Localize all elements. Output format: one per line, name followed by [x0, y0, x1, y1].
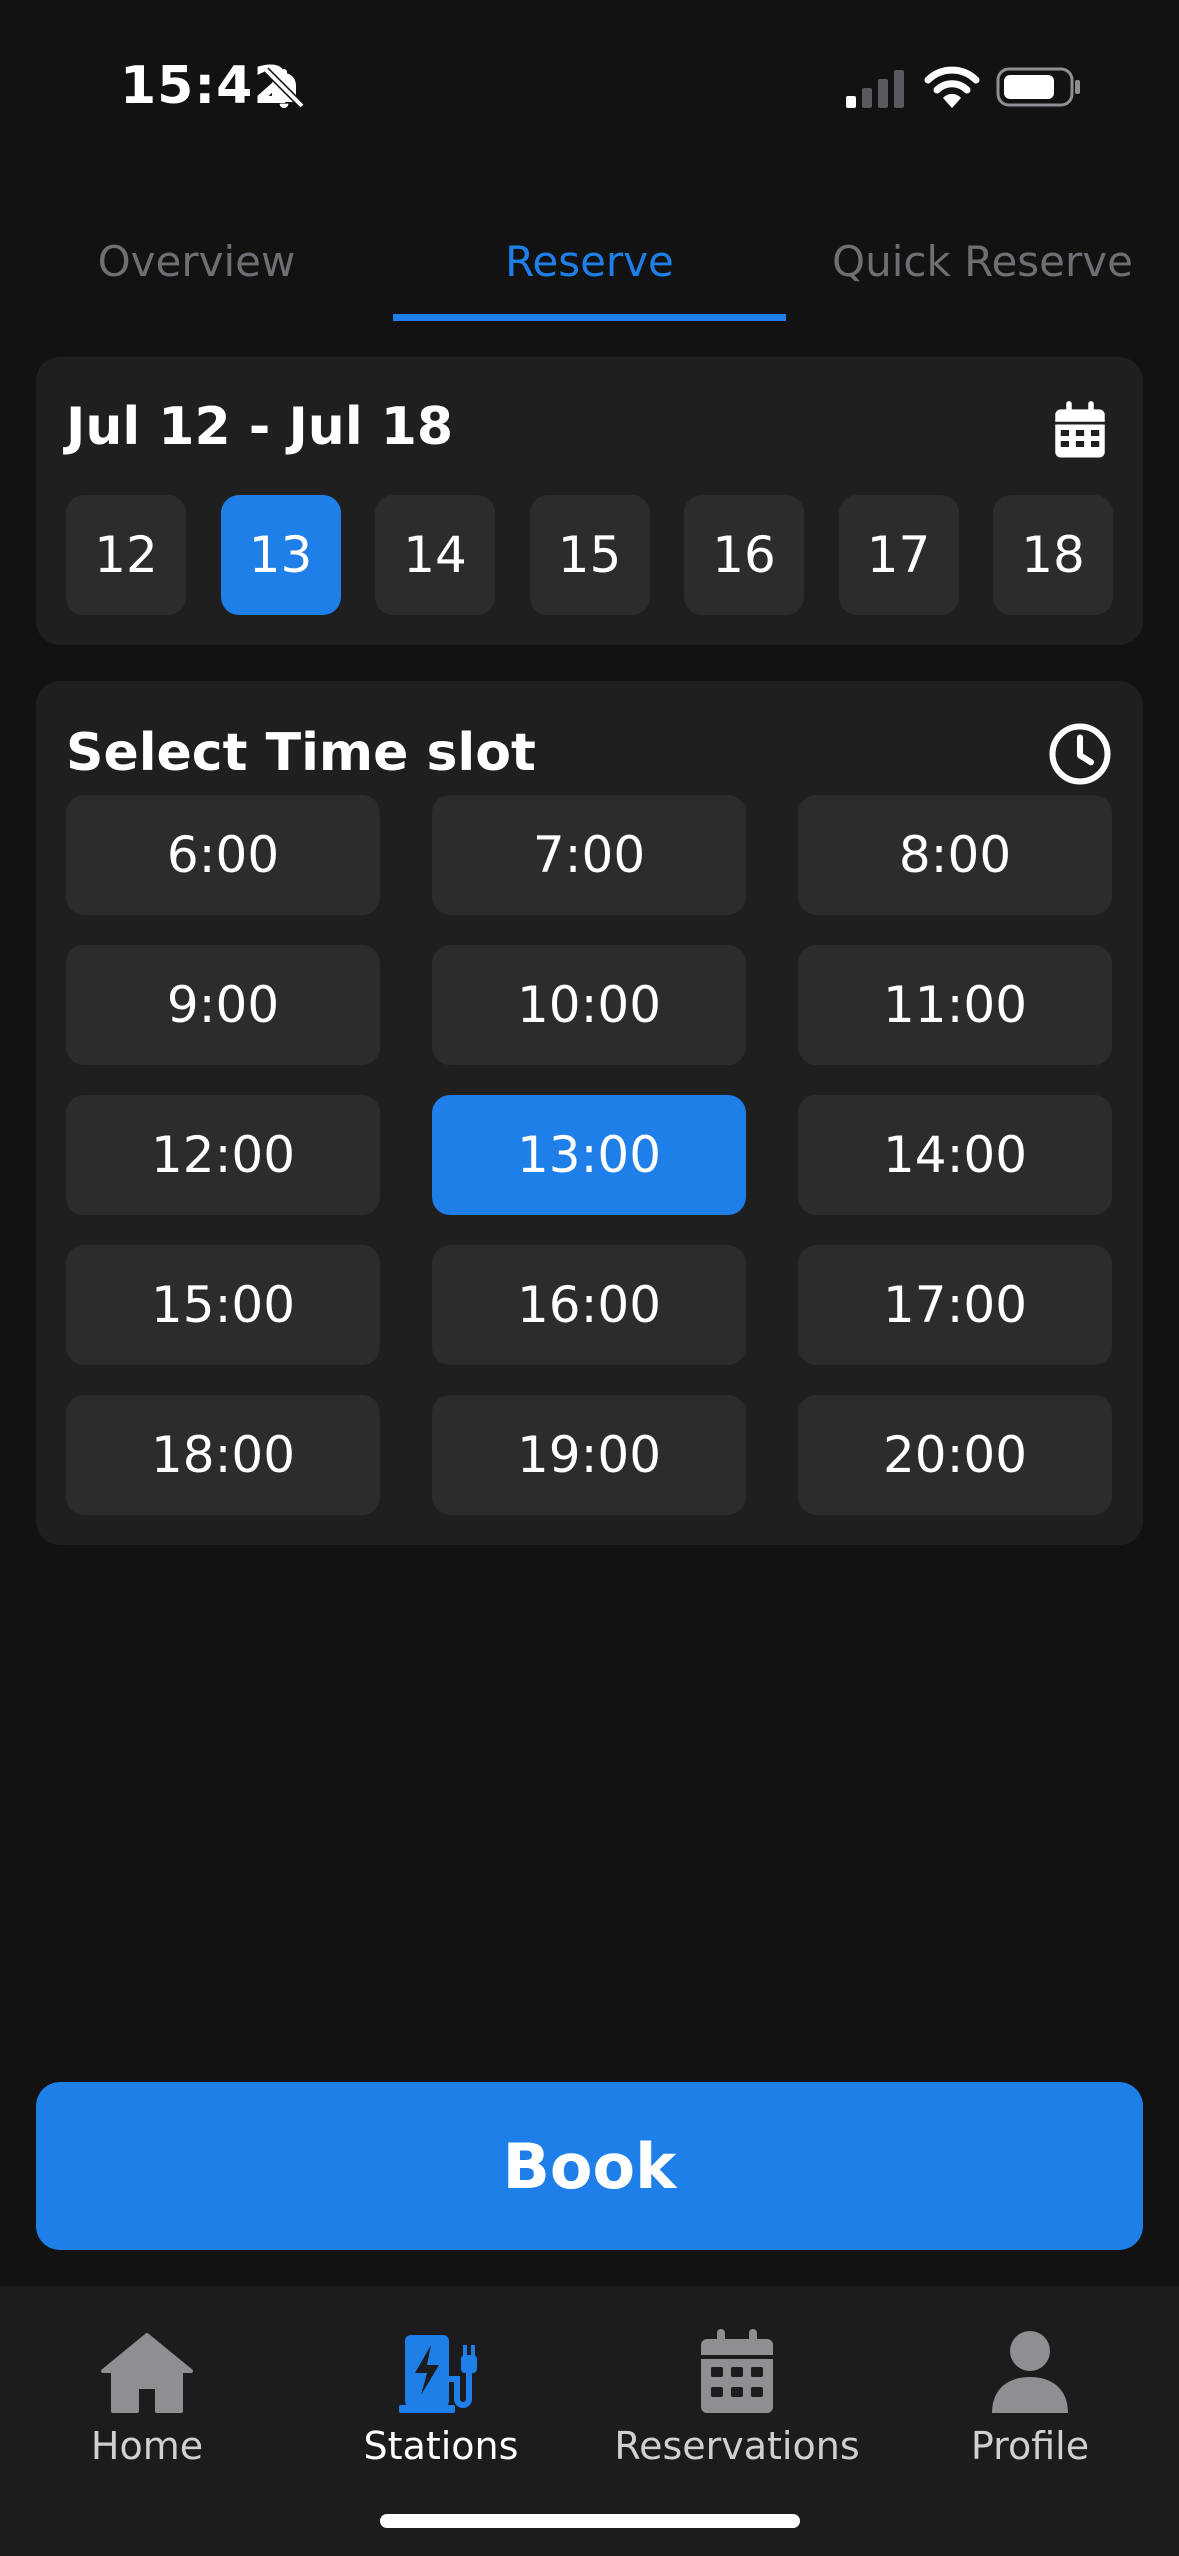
tab-quick-reserve[interactable]: Quick Reserve [786, 200, 1179, 322]
nav-label: Stations [363, 2424, 519, 2468]
nav-label: Profile [970, 2424, 1090, 2468]
active-tab-indicator [393, 314, 786, 321]
reserve-screen: 15:42 Overview Reserve Quick Reserve Jul… [0, 0, 1179, 2556]
time-slot-button[interactable]: 10:00 [432, 945, 746, 1065]
time-slot-button[interactable]: 20:00 [798, 1395, 1112, 1515]
time-slot-button[interactable]: 15:00 [66, 1245, 380, 1365]
day-button[interactable]: 17 [838, 495, 959, 615]
calendar-icon [701, 2329, 773, 2413]
tab-overview[interactable]: Overview [0, 200, 393, 322]
status-bar: 15:42 [0, 0, 1179, 170]
time-slot-button[interactable]: 9:00 [66, 945, 380, 1065]
nav-label: Home [90, 2424, 204, 2468]
day-button[interactable]: 16 [684, 495, 804, 615]
nav-item-stations[interactable]: Stations [311, 2326, 571, 2476]
time-slot-button[interactable]: 16:00 [432, 1245, 746, 1365]
date-range-title: Jul 12 - Jul 18 [66, 397, 454, 457]
person-icon [992, 2331, 1068, 2413]
wifi-icon [924, 66, 980, 108]
time-slot-button[interactable]: 8:00 [798, 795, 1112, 915]
ev-station-icon [399, 2335, 477, 2413]
time-slot-title: Select Time slot [66, 723, 536, 783]
time-slot-grid: 6:00 7:00 8:00 9:00 10:00 11:00 12:00 13… [66, 795, 1113, 1515]
day-button[interactable]: 12 [66, 495, 186, 615]
battery-icon [996, 67, 1080, 107]
calendar-icon[interactable] [1047, 397, 1113, 463]
time-slot-button[interactable]: 18:00 [66, 1395, 380, 1515]
nav-item-home[interactable]: Home [17, 2326, 277, 2476]
time-slot-card: Select Time slot 6:00 7:00 8:00 9:00 10:… [36, 681, 1143, 1545]
book-button[interactable]: Book [36, 2082, 1143, 2250]
nav-item-reservations[interactable]: Reservations [607, 2326, 867, 2476]
date-selector-card: Jul 12 - Jul 18 12 13 14 15 16 17 18 [36, 357, 1143, 645]
day-button[interactable]: 18 [993, 495, 1113, 615]
time-slot-button[interactable]: 14:00 [798, 1095, 1112, 1215]
day-picker: 12 13 14 15 16 17 18 [66, 495, 1113, 615]
time-slot-button[interactable]: 6:00 [66, 795, 380, 915]
time-slot-button[interactable]: 19:00 [432, 1395, 746, 1515]
bell-slash-icon [263, 67, 305, 109]
time-slot-button[interactable]: 17:00 [798, 1245, 1112, 1365]
home-indicator[interactable] [380, 2514, 800, 2528]
tab-reserve[interactable]: Reserve [393, 200, 786, 322]
signal-icon [846, 70, 904, 108]
tab-bar: Overview Reserve Quick Reserve [0, 200, 1179, 322]
day-button[interactable]: 14 [375, 495, 495, 615]
nav-label: Reservations [614, 2424, 860, 2468]
home-icon [101, 2333, 193, 2413]
time-slot-button-selected[interactable]: 13:00 [432, 1095, 746, 1215]
day-button[interactable]: 15 [529, 495, 650, 615]
time-slot-button[interactable]: 12:00 [66, 1095, 380, 1215]
day-button-selected[interactable]: 13 [220, 495, 341, 615]
time-slot-button[interactable]: 11:00 [798, 945, 1112, 1065]
clock-icon[interactable] [1047, 721, 1113, 787]
time-slot-button[interactable]: 7:00 [432, 795, 746, 915]
nav-item-profile[interactable]: Profile [900, 2326, 1160, 2476]
